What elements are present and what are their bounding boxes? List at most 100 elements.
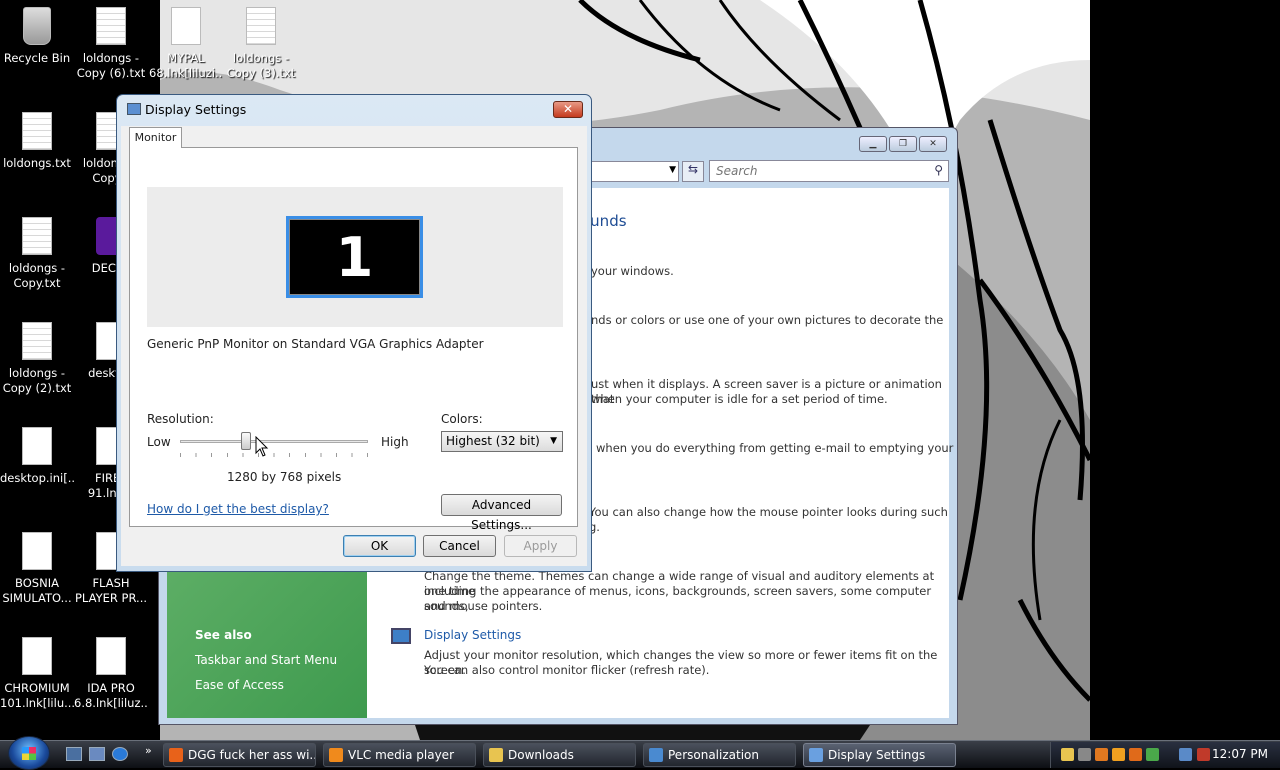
desktop-icon-label: BOSNIA SIMULATO... — [2, 576, 72, 605]
file-icon — [96, 7, 126, 45]
show-desktop-icon[interactable] — [66, 747, 82, 761]
taskbar: » DGG fuck her ass wi... VLC media player… — [0, 736, 1280, 770]
address-dropdown-icon[interactable]: ▼ — [669, 165, 676, 175]
tray-app-icon[interactable] — [1061, 748, 1074, 761]
desktop-icon-label: loldongs - Copy.txt — [8, 261, 66, 290]
address-bar[interactable]: ▼ — [579, 161, 679, 182]
search-input[interactable] — [710, 161, 920, 181]
network-icon[interactable] — [1179, 748, 1192, 761]
display-settings-icon — [391, 628, 411, 644]
monitor-panel: 1 Generic PnP Monitor on Standard VGA Gr… — [129, 147, 578, 532]
display-settings-dialog[interactable]: Display Settings ✕ Monitor 1 Generic PnP… — [116, 94, 592, 572]
slider-high-label: High — [381, 435, 409, 449]
tab-monitor[interactable]: Monitor — [129, 127, 182, 148]
desktop-icon[interactable]: loldongs.txt — [0, 108, 74, 186]
ok-button[interactable]: OK — [343, 535, 416, 557]
desktop-icon-label: FLASH PLAYER PR... — [75, 576, 147, 605]
dialog-body: Monitor 1 Generic PnP Monitor on Standar… — [121, 126, 587, 566]
close-button[interactable]: ✕ — [919, 136, 947, 152]
desc-line: You can also change how the mouse pointe… — [589, 505, 948, 519]
task-app-icon — [169, 748, 183, 762]
desktop-icon[interactable]: MYPAL 68.lnk[liluzi... — [149, 3, 223, 81]
desktop-icon[interactable]: loldongs - Copy (6).txt — [74, 3, 148, 81]
taskbar-task-button[interactable]: Downloads — [483, 743, 636, 767]
desktop-icon[interactable]: loldongs - Copy (2).txt — [0, 318, 74, 396]
apply-button[interactable]: Apply — [504, 535, 577, 557]
desktop-icon-label: desktop.ini[... — [0, 471, 74, 485]
monitor-preview: 1 — [147, 187, 563, 327]
task-app-icon — [649, 748, 663, 762]
internet-explorer-icon[interactable] — [112, 747, 128, 761]
desktop-icon-label: CHROMIUM 101.lnk[lilu... — [0, 681, 74, 710]
file-icon — [22, 532, 52, 570]
desktop-icon[interactable]: Recycle Bin — [0, 3, 74, 81]
cancel-button[interactable]: Cancel — [423, 535, 496, 557]
ease-of-access-link[interactable]: Ease of Access — [195, 678, 284, 692]
monitor-1-icon[interactable]: 1 — [286, 216, 423, 298]
recycle-bin-icon — [23, 7, 51, 45]
desktop-icon-label: loldongs - Copy (3).txt — [226, 51, 296, 80]
file-icon — [22, 322, 52, 360]
resolution-value: 1280 by 768 pixels — [227, 470, 342, 484]
desktop-icon[interactable]: loldongs - Copy.txt — [0, 213, 74, 291]
quick-launch-more-icon[interactable]: » — [145, 744, 152, 757]
tray-app-icon[interactable] — [1095, 748, 1108, 761]
file-icon — [22, 112, 52, 150]
window-caption-buttons: ▁ ❐ ✕ — [859, 136, 947, 152]
clock[interactable]: 12:07 PM — [1212, 747, 1268, 761]
task-app-icon — [809, 748, 823, 762]
colors-value: Highest (32 bit) — [446, 434, 540, 448]
tray-app-icon[interactable] — [1112, 748, 1125, 761]
desc-line: when you do everything from getting e-ma… — [596, 441, 954, 455]
desktop-icon[interactable]: loldongs - Copy (3).txt — [224, 3, 298, 81]
taskbar-start-menu-link[interactable]: Taskbar and Start Menu — [195, 653, 337, 667]
taskbar-task-button[interactable]: Personalization — [643, 743, 796, 767]
desktop-icon[interactable]: BOSNIA SIMULATO... — [0, 528, 74, 606]
desktop-icon[interactable]: CHROMIUM 101.lnk[lilu... — [0, 633, 74, 711]
task-label: Display Settings — [828, 748, 926, 762]
colors-select[interactable]: Highest (32 bit) ▼ — [441, 431, 563, 452]
volume-muted-icon[interactable] — [1197, 748, 1210, 761]
refresh-icon[interactable]: ⇆ — [682, 161, 704, 182]
task-label: Personalization — [668, 748, 759, 762]
taskbar-task-button[interactable]: DGG fuck her ass wi... — [163, 743, 316, 767]
desktop-icon[interactable]: desktop.ini[... — [0, 423, 74, 501]
task-label: Downloads — [508, 748, 574, 762]
advanced-settings-button[interactable]: Advanced Settings... — [441, 494, 562, 532]
desktop-icon-label: Recycle Bin — [3, 51, 71, 65]
maximize-button[interactable]: ❐ — [889, 136, 917, 152]
tray-app-icon[interactable] — [1129, 748, 1142, 761]
slider-low-label: Low — [147, 435, 171, 449]
file-icon — [171, 7, 201, 45]
switch-windows-icon[interactable] — [89, 747, 105, 761]
task-app-icon — [329, 748, 343, 762]
colors-label: Colors: — [441, 412, 483, 426]
desc-line: nds or colors or use one of your own pic… — [591, 313, 944, 327]
resolution-slider-thumb[interactable] — [240, 432, 251, 450]
display-settings-link[interactable]: Display Settings — [424, 628, 521, 642]
close-button[interactable]: ✕ — [553, 101, 583, 118]
tray-app-icon[interactable] — [1078, 748, 1091, 761]
desktop-icon[interactable]: IDA PRO 6.8.lnk[liluz... — [74, 633, 148, 711]
task-label: VLC media player — [348, 748, 455, 762]
taskbar-task-button[interactable]: Display Settings — [803, 743, 956, 767]
desktop-icon-label: IDA PRO 6.8.lnk[liluz... — [74, 681, 148, 710]
theme-desc-line: and mouse pointers. — [424, 599, 543, 613]
desktop-icon-label: loldongs.txt — [3, 156, 71, 170]
task-label: DGG fuck her ass wi... — [188, 748, 316, 762]
desc-line: when your computer is idle for a set per… — [591, 392, 888, 406]
minimize-button[interactable]: ▁ — [859, 136, 887, 152]
best-display-help-link[interactable]: How do I get the best display? — [147, 502, 329, 516]
file-icon — [22, 217, 52, 255]
resolution-slider-ticks — [180, 453, 368, 457]
file-icon — [22, 427, 52, 465]
desktop-icon-label: MYPAL 68.lnk[liluzi... — [149, 51, 223, 80]
tray-app-icon[interactable] — [1146, 748, 1159, 761]
monitor-number: 1 — [289, 219, 420, 295]
search-icon[interactable]: ⚲ — [934, 163, 943, 177]
taskbar-task-button[interactable]: VLC media player — [323, 743, 476, 767]
resolution-slider-track[interactable] — [180, 440, 368, 443]
mouse-cursor-icon — [255, 436, 269, 457]
search-box[interactable]: ⚲ — [709, 160, 949, 182]
start-button[interactable] — [8, 736, 50, 770]
